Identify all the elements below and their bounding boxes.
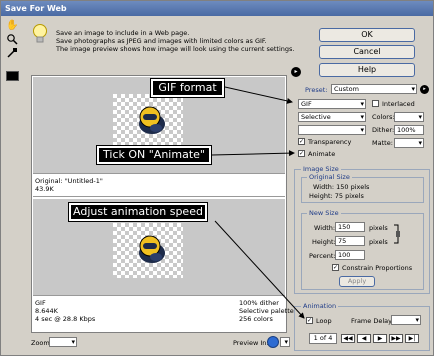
arrow-to-frame-delay: [214, 220, 305, 319]
arrow-to-animate: [211, 150, 295, 157]
arrow-to-format: [224, 86, 293, 104]
save-for-web-dialog: Save For Web ✋ Save an image to include …: [0, 0, 434, 356]
callout-arrows: [211, 86, 305, 319]
